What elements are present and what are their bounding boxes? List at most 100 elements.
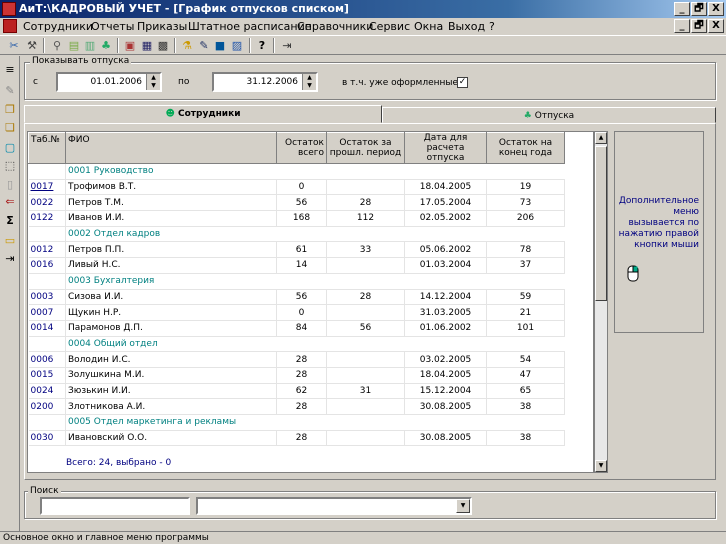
cell-calc-date: 18.04.2005 — [404, 367, 487, 384]
child-restore-button[interactable]: 🗗 — [691, 19, 707, 33]
col-year-end[interactable]: Остаток на конец года — [486, 132, 565, 164]
edit-icon[interactable]: ✎ — [196, 38, 212, 53]
menu-reports[interactable]: Отчеты — [91, 20, 134, 33]
wrench-icon[interactable]: ⚒ — [24, 38, 40, 53]
table-row[interactable]: 0016 Ливый Н.С. 14 01.03.2004 37 — [28, 257, 565, 274]
align-icon[interactable]: ≡ — [2, 62, 18, 78]
include-processed-checkbox[interactable]: ✓ — [457, 77, 468, 88]
table-row[interactable]: 0003 Сизова И.И. 56 28 14.12.2004 59 — [28, 289, 565, 306]
menu-employees[interactable]: Сотрудники — [23, 20, 93, 33]
date-from-field[interactable]: 01.01.2006 ▲ ▼ — [56, 72, 162, 92]
close-button[interactable]: X — [708, 2, 724, 16]
menu-exit[interactable]: Выход — [448, 20, 485, 33]
search-field-select[interactable]: ▼ — [196, 497, 472, 515]
menu-orders[interactable]: Приказы — [137, 20, 187, 33]
table-row[interactable]: 0030 Ивановский О.О. 28 30.08.2005 38 — [28, 430, 565, 447]
include-processed-label: в т.ч. уже оформленные — [342, 78, 459, 88]
child-close-button[interactable]: X — [708, 19, 724, 33]
chevron-down-icon[interactable]: ▼ — [456, 499, 470, 513]
table-row[interactable]: 0024 Зюзькин И.И. 62 31 15.12.2004 65 — [28, 383, 565, 400]
table-row[interactable]: 0015 Золушкина М.И. 28 18.04.2005 47 — [28, 367, 565, 384]
frame-icon[interactable]: ⬚ — [2, 158, 18, 174]
table-row[interactable]: 0012 Петров П.П. 61 33 05.06.2002 78 — [28, 241, 565, 259]
date-from-spin[interactable]: ▲ ▼ — [146, 74, 160, 90]
print-icon[interactable]: ▣ — [122, 38, 138, 53]
list-icon[interactable]: ▤ — [66, 38, 82, 53]
search-person-icon[interactable]: ⚲ — [49, 38, 65, 53]
col-tab-no[interactable]: Таб.№ — [28, 132, 66, 164]
palm-icon[interactable]: ♣ — [98, 38, 114, 53]
scroll-up-button[interactable]: ▲ — [595, 132, 607, 144]
tab-vacations[interactable]: ♣ Отпуска — [382, 107, 716, 123]
menu-help[interactable]: ? — [489, 20, 495, 33]
cell-fio: Зюзькин И.И. — [65, 383, 277, 400]
copy-icon[interactable]: ❐ — [2, 102, 18, 118]
table-scrollbar[interactable]: ▲ ▼ — [594, 131, 608, 473]
scroll-down-button[interactable]: ▼ — [595, 460, 607, 472]
cell-year-end: 38 — [486, 398, 565, 415]
tab-employees[interactable]: ☻ Сотрудники — [24, 105, 382, 123]
cell-fio: Ивановский О.О. — [65, 430, 277, 447]
group-row[interactable]: 0001 Руководство — [28, 163, 565, 180]
table-row[interactable]: 0007 Щукин Н.Р. 0 31.03.2005 21 — [28, 304, 565, 321]
card-icon[interactable]: ▥ — [82, 38, 98, 53]
cell-prev-period: 33 — [326, 241, 405, 259]
search-input[interactable] — [40, 497, 190, 515]
date-to-field[interactable]: 31.12.2006 ▲ ▼ — [212, 72, 318, 92]
move-icon[interactable]: ⇐ — [2, 194, 18, 210]
table-row[interactable]: 0200 Злотникова А.И. 28 30.08.2005 38 — [28, 398, 565, 415]
employees-table[interactable]: Таб.№ ФИО Остаток всего Остаток за прошл… — [27, 131, 594, 473]
window-title: АиТ:\КАДРОВЫЙ УЧЕТ - [График отпусков сп… — [19, 2, 349, 15]
menu-staffing[interactable]: Штатное расписание — [188, 20, 312, 33]
date-to-spin[interactable]: ▲ ▼ — [302, 74, 316, 90]
menu-service[interactable]: Сервис — [369, 20, 410, 33]
folder-icon[interactable]: ▭ — [2, 233, 18, 249]
group-row[interactable]: 0002 Отдел кадров — [28, 226, 565, 243]
cell-fio: Володин И.С. — [65, 351, 277, 368]
table-row[interactable]: 0006 Володин И.С. 28 03.02.2005 54 — [28, 351, 565, 368]
col-fio[interactable]: ФИО — [65, 132, 277, 164]
pencil-icon[interactable]: ✎ — [2, 83, 18, 99]
filter-icon[interactable]: ⚗ — [179, 38, 195, 53]
table-row[interactable]: 0122 Иванов И.И. 168 112 02.05.2002 206 — [28, 210, 565, 227]
col-prev-period[interactable]: Остаток за прошл. период — [326, 132, 405, 164]
cell-year-end: 78 — [486, 241, 565, 259]
cell-total: 56 — [276, 289, 327, 306]
group-row[interactable]: 0004 Общий отдел — [28, 336, 565, 353]
grid-icon[interactable]: ■ — [212, 38, 228, 53]
group-spacer — [28, 336, 66, 353]
sum-icon[interactable]: Σ — [2, 213, 18, 229]
save-icon[interactable]: ▨ — [229, 38, 245, 53]
col-calc-date[interactable]: Дата для расчета отпуска — [404, 132, 487, 164]
cell-prev-period: 28 — [326, 289, 405, 306]
minimize-button[interactable]: _ — [674, 2, 690, 16]
select-icon[interactable]: ▢ — [2, 140, 18, 156]
cell-fio: Сизова И.И. — [65, 289, 277, 306]
film-icon[interactable]: ▦ — [139, 38, 155, 53]
menu-references[interactable]: Справочники — [297, 20, 373, 33]
doc-icon[interactable]: ▯ — [2, 177, 18, 193]
cell-calc-date: 02.05.2002 — [404, 210, 487, 227]
cell-tab-no: 0014 — [28, 320, 66, 337]
cell-calc-date: 30.08.2005 — [404, 398, 487, 415]
group-row[interactable]: 0005 Отдел маркетинга и рекламы — [28, 414, 565, 431]
help-icon[interactable]: ? — [254, 38, 270, 53]
menu-windows[interactable]: Окна — [414, 20, 443, 33]
group-row[interactable]: 0003 Бухгалтерия — [28, 273, 565, 290]
door-exit-icon[interactable]: ⇥ — [2, 251, 18, 267]
left-toolbar: ≡ ✎ ❐ ❏ ▢ ⬚ ▯ ⇐ Σ ▭ ⇥ — [0, 56, 20, 532]
table-row[interactable]: 0022 Петров Т.М. 56 28 17.05.2004 73 — [28, 194, 565, 212]
calendar-icon[interactable]: ▩ — [155, 38, 171, 53]
scroll-thumb[interactable] — [595, 146, 607, 301]
tools-icon[interactable]: ✂ — [6, 38, 22, 53]
child-minimize-button[interactable]: _ — [674, 19, 690, 33]
exit-icon[interactable]: ⇥ — [279, 38, 295, 53]
cell-year-end: 65 — [486, 383, 565, 400]
maximize-button[interactable]: 🗗 — [691, 2, 707, 16]
table-row[interactable]: 0014 Парамонов Д.П. 84 56 01.06.2002 101 — [28, 320, 565, 337]
col-total[interactable]: Остаток всего — [276, 132, 327, 164]
document-icon[interactable] — [3, 19, 17, 33]
table-row[interactable]: 0017 Трофимов В.Т. 0 18.04.2005 19 — [28, 179, 565, 196]
paste-icon[interactable]: ❏ — [2, 120, 18, 136]
group-name: 0004 Общий отдел — [65, 336, 565, 353]
